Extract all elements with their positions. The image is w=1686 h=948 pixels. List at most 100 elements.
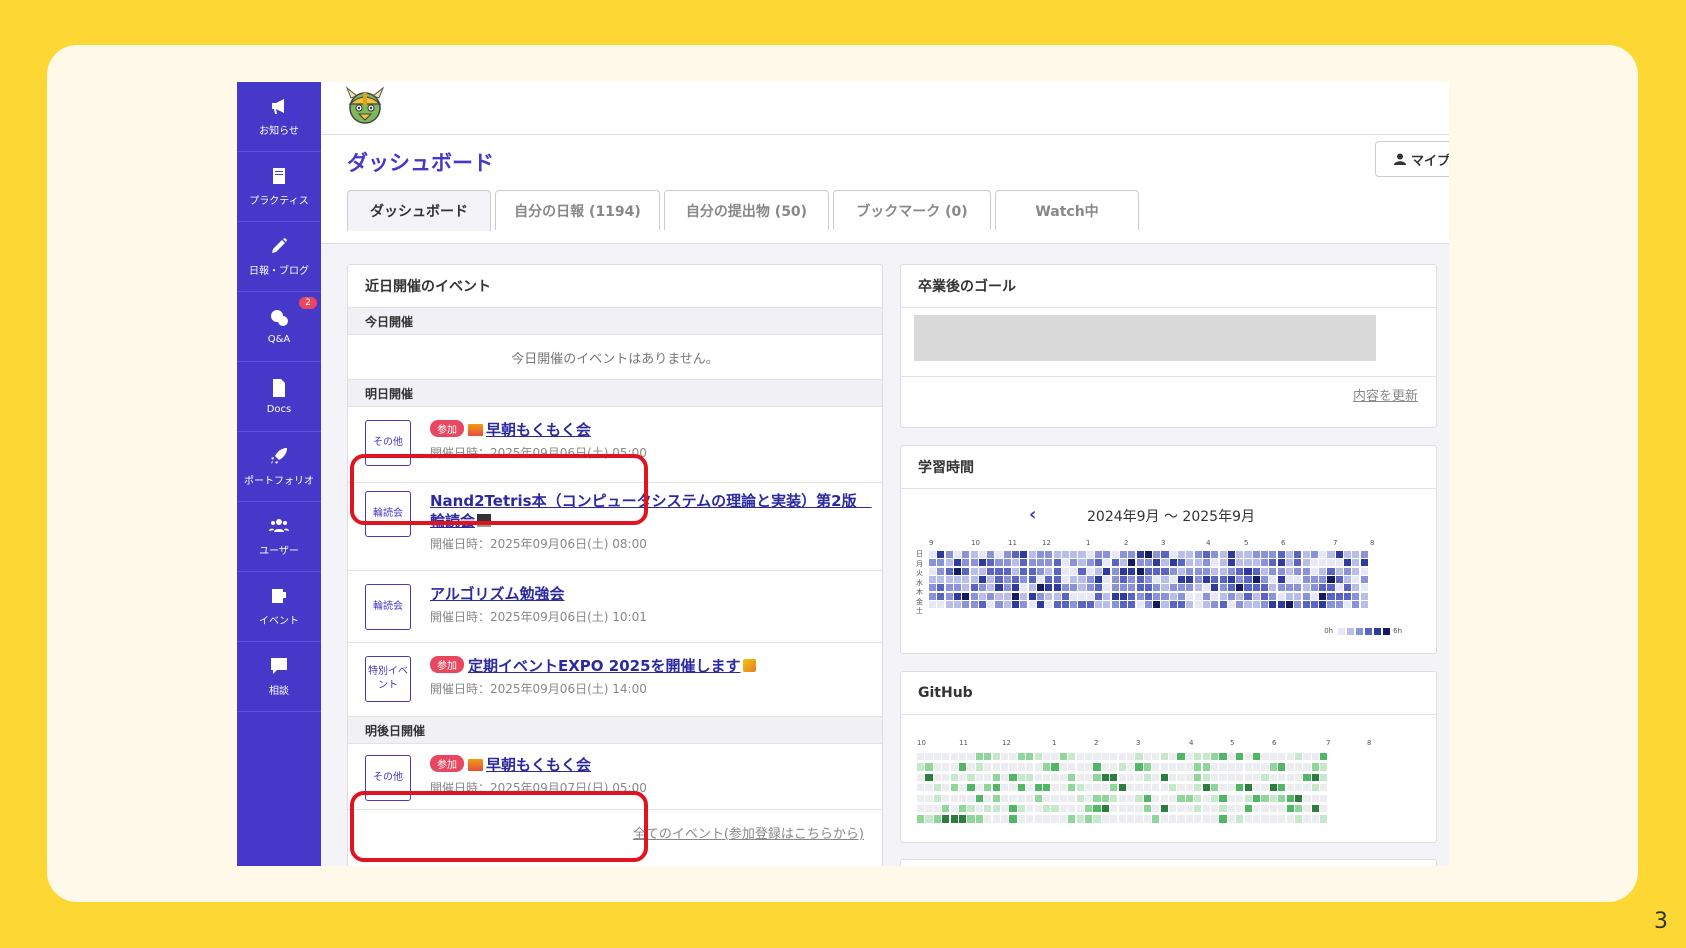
study-cell [1319,584,1327,592]
study-cell [1095,575,1103,584]
contribution-cell [1059,815,1067,823]
mascot-logo[interactable] [345,86,385,126]
event-title-link[interactable]: Nand2Tetris本（コンピュータシステムの理論と実装）第2版 輪読会 [430,492,872,530]
event-title-link[interactable]: 早朝もくもく会 [486,421,591,439]
study-cell [1335,559,1343,567]
study-cell [1020,559,1028,567]
contribution-cell [1051,805,1059,813]
sidebar-item-users[interactable]: ユーザー [237,502,321,572]
contribution-cell [1017,805,1025,813]
contribution-cell [1202,763,1210,771]
study-cell [1136,584,1144,592]
sidebar-item-consult[interactable]: 相談 [237,642,321,712]
study-cell [929,600,937,608]
contribution-cell [1001,815,1009,823]
contribution-cell [1211,784,1219,792]
month-label: 8 [1367,739,1372,747]
event-item: 輪読会 アルゴリズム勉強会 開催日時：2025年09月06日(土) 10:01 [348,571,882,643]
month-label: 4 [1189,739,1194,747]
study-cell [1020,584,1028,592]
contribution-cell [992,753,1000,761]
contribution-cell [1110,784,1118,792]
study-cell [1194,575,1202,584]
study-cell [1161,567,1169,575]
all-events-link[interactable]: 全てのイベント(参加登録はこちらから) [633,823,864,842]
study-cell [1003,559,1011,567]
study-cell [1111,600,1119,608]
contribution-cell [933,794,941,802]
study-cell [1036,567,1045,575]
event-title-link[interactable]: 定期イベントEXPO 2025を開催します [468,657,741,675]
contribution-cell [1051,753,1059,761]
contribution-cell [1295,794,1303,802]
contribution-cell [992,794,1000,802]
study-cell [1028,551,1036,559]
user-icon [1394,153,1406,165]
sidebar-item-news[interactable]: お知らせ [237,82,321,152]
study-cell [1053,584,1061,592]
study-cell [1194,567,1202,575]
study-cell [1003,600,1011,608]
sidebar-item-portfolio[interactable]: ポートフォリオ [237,432,321,502]
study-cell [1227,575,1235,584]
contribution-cell [1043,805,1051,813]
tab-bookmarks[interactable]: ブックマーク (0) [833,190,991,230]
study-cell [945,584,953,592]
contribution-cell [1261,805,1269,813]
study-cell [1211,575,1219,584]
sidebar-item-practices[interactable]: プラクティス [237,152,321,222]
tab-dashboard[interactable]: ダッシュボード [347,190,491,231]
contribution-cell [959,805,967,813]
study-cell [1219,551,1227,559]
sidebar-item-reports[interactable]: 日報・ブログ [237,222,321,292]
contribution-cell [1085,815,1093,823]
sidebar-item-docs[interactable]: Docs [237,362,321,432]
page-number: 3 [1654,909,1668,934]
contribution-cell [1152,773,1160,781]
event-title-link[interactable]: 早朝もくもく会 [486,756,591,774]
month-label: 8 [1370,539,1375,547]
study-cell [1086,551,1094,559]
contribution-cell [959,753,967,761]
study-cell [962,575,970,584]
contribution-cell [917,805,925,813]
study-cell [1003,575,1011,584]
my-profile-label: マイプ [1411,153,1449,169]
contribution-cell [1278,784,1286,792]
tab-watching[interactable]: Watch中 [995,190,1139,230]
study-cell [1277,559,1285,567]
contribution-cell [1085,805,1093,813]
contribution-cell [959,815,967,823]
study-cell [1360,584,1368,592]
study-cell [1302,575,1310,584]
contribution-cell [1286,773,1294,781]
tab-my-submissions[interactable]: 自分の提出物 (50) [664,190,829,230]
contribution-cell [1211,773,1219,781]
sidebar-item-qa[interactable]: 2 Q&A [237,292,321,362]
event-title-link[interactable]: アルゴリズム勉強会 [430,585,565,603]
sidebar-item-events[interactable]: イベント [237,572,321,642]
goal-card: 卒業後のゴール 内容を更新 [900,264,1437,428]
contribution-cell [1194,815,1202,823]
my-profile-button[interactable]: マイプ [1375,141,1449,177]
sidebar-item-label: ポートフォリオ [244,476,314,487]
prev-range-button[interactable]: ‹ [1029,504,1036,525]
study-cell [1070,575,1078,584]
study-cell [1244,600,1252,608]
event-item: 輪読会 Nand2Tetris本（コンピュータシステムの理論と実装）第2版 輪読… [348,483,882,571]
contribution-cell [1177,815,1185,823]
contribution-cell [1202,773,1210,781]
contribution-cell [1194,773,1202,781]
contribution-cell [1295,805,1303,813]
update-goal-link[interactable]: 内容を更新 [1353,385,1418,404]
study-cell [1136,551,1144,559]
tab-my-reports[interactable]: 自分の日報 (1194) [495,190,660,230]
contribution-cell [1278,815,1286,823]
contribution-cell [959,763,967,771]
study-cell [1261,592,1269,600]
study-cell [1261,575,1269,584]
day-label: 月 [916,559,923,568]
study-cell [1036,559,1045,567]
study-time-card: 学習時間 ‹ 2024年9月 〜 2025年9月 9 10 11 12 1 2 3 4 5 6 7 8… [900,445,1437,654]
study-cell [1252,575,1260,584]
